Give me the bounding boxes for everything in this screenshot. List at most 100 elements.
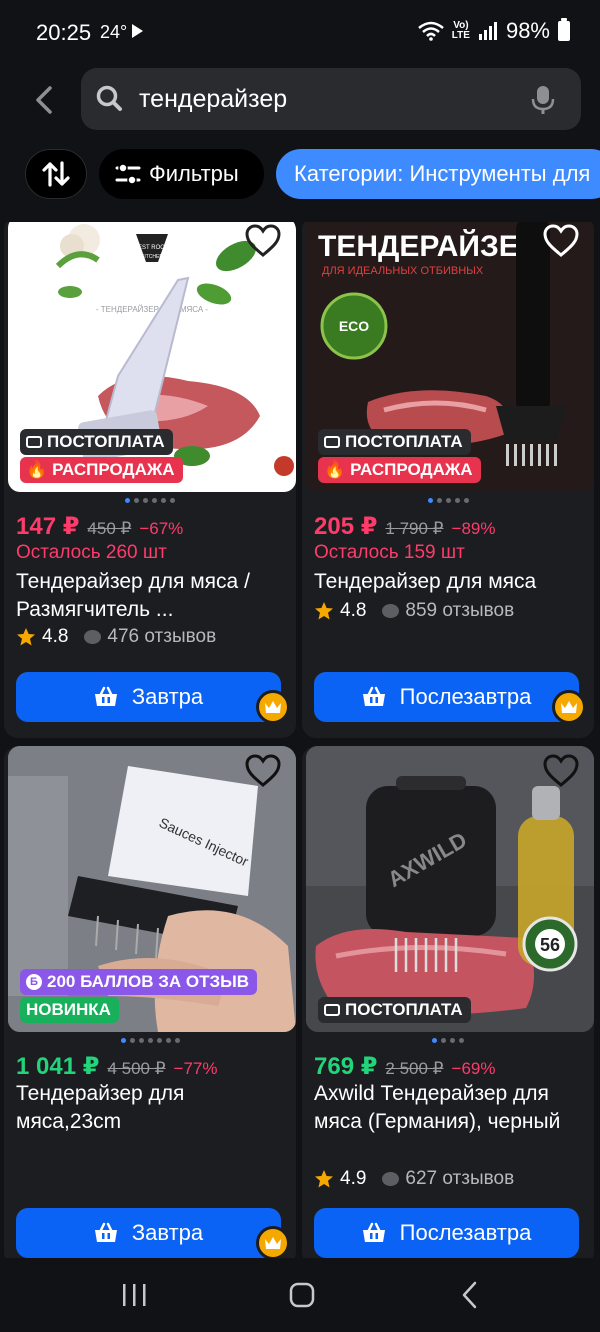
product-photo: AXWILD 56 [306,746,594,1032]
volte-icon: Vo) LTE [451,20,470,41]
postpay-badge: ПОСТОПЛАТА [20,429,173,455]
delivery-label: Завтра [131,1220,204,1245]
reviews-label: 627 отзывов [405,1168,515,1189]
product-image[interactable]: Sauces Injector Б 200 БАЛЛОВ ЗА ОТЗЫВ НО… [8,746,296,1032]
favorite-heart-icon[interactable] [244,754,282,788]
add-to-cart-button[interactable]: Послезавтра [314,672,579,722]
product-image[interactable]: AXWILD 56 ПОСТОПЛАТА [306,746,594,1032]
filters-label: Фильтры [149,161,239,186]
status-bar: 20:25 24° Vo) LTE 98% [0,0,600,64]
svg-text:ТЕНДЕРАЙЗЕР: ТЕНДЕРАЙЗЕР [318,229,539,263]
reviews-count[interactable]: 627 отзывов [382,1168,514,1190]
product-title[interactable]: Тендерайзер для мяса,23cm [16,1080,236,1136]
old-price: 1 790 ₽ [385,519,444,538]
sort-arrows-icon [42,161,70,187]
favorite-heart-icon[interactable] [542,224,580,258]
product-image[interactable]: BEST ROOM KITCHEN - ТЕНДЕРАЙЗЕР ДЛЯ МЯСА… [8,222,296,492]
badge-label: РАСПРОДАЖА [350,460,473,479]
sale-badge: 🔥 РАСПРОДАЖА [318,457,481,483]
system-back-button[interactable] [450,1280,490,1310]
favorite-heart-icon[interactable] [244,224,282,258]
crown-icon [265,701,281,713]
delivery-label: Завтра [131,684,204,709]
search-icon [96,85,122,111]
category-chip[interactable]: Категории: Инструменты для [276,149,600,199]
product-card[interactable]: Sauces Injector Б 200 БАЛЛОВ ЗА ОТЗЫВ НО… [4,746,296,1258]
svg-text:BEST ROOM: BEST ROOM [134,245,170,251]
product-card[interactable]: ТЕНДЕРАЙЗЕР ДЛЯ ИДЕАЛЬНЫХ ОТБИВНЫХ ECO П… [302,222,594,738]
search-query: тендерайзер [139,85,288,113]
product-title[interactable]: Тендерайзер для мяса [314,568,584,596]
comment-icon [382,604,400,618]
home-button[interactable] [282,1280,322,1310]
filters-button[interactable]: Фильтры [99,149,264,199]
reviews-count[interactable]: 859 отзывов [382,600,514,622]
reviews-label: 476 отзывов [107,626,217,647]
home-icon [289,1282,315,1308]
back-button[interactable] [24,78,64,122]
price: 1 041 ₽ [16,1053,100,1080]
rating-row: 4.9 627 отзывов [314,1168,514,1190]
product-grid: BEST ROOM KITCHEN - ТЕНДЕРАЙЗЕР ДЛЯ МЯСА… [0,222,600,1258]
add-to-cart-button[interactable]: Завтра [16,1208,281,1258]
discount: −67% [139,519,184,538]
comment-icon [382,1172,400,1186]
microphone-icon[interactable] [531,85,555,115]
price-row: 769 ₽ 2 500 ₽ −69% [314,1052,495,1081]
badge-label: ПОСТОПЛАТА [345,432,463,451]
recent-apps-icon [123,1284,146,1306]
price-row: 205 ₽ 1 790 ₽ −89% [314,512,495,541]
product-title[interactable]: Axwild Тендерайзер для мяса (Германия), … [314,1080,564,1136]
badge-label: ПОСТОПЛАТА [345,1000,463,1019]
discount: −89% [451,519,496,538]
recent-apps-button[interactable] [114,1280,154,1310]
rating-value: 4.8 [42,626,69,647]
reviews-label: 859 отзывов [405,600,515,621]
card-icon [26,436,42,448]
svg-text:56: 56 [540,935,560,955]
product-card[interactable]: AXWILD 56 ПОСТОПЛАТА 769 ₽ 2 500 ₽ −69% … [302,746,594,1258]
crown-icon [561,701,577,713]
favorite-heart-icon[interactable] [542,754,580,788]
old-price: 2 500 ₽ [385,1059,444,1078]
price: 205 ₽ [314,513,378,540]
delivery-label: Послезавтра [399,1220,532,1245]
star-icon [315,602,333,620]
card-icon [324,436,340,448]
battery-percent: 98% [505,18,550,43]
back-arrow-icon [462,1281,477,1309]
reviews-count[interactable]: 476 отзывов [84,626,216,648]
basket-icon [94,686,117,706]
category-label: Категории: Инструменты для [294,161,591,186]
crown-badge [256,1226,290,1258]
product-image[interactable]: ТЕНДЕРАЙЗЕР ДЛЯ ИДЕАЛЬНЫХ ОТБИВНЫХ ECO П… [306,222,594,492]
comment-icon [84,630,102,644]
new-badge: НОВИНКА [20,997,119,1023]
product-title[interactable]: Тендерайзер для мяса / Размягчитель ... [16,568,286,624]
image-pagination [4,1038,296,1043]
old-price: 4 500 ₽ [107,1059,166,1078]
rating-value: 4.8 [340,600,367,621]
fire-icon: 🔥 [26,460,48,479]
system-nav-bar [0,1258,600,1332]
badge-label: РАСПРОДАЖА [52,460,175,479]
add-to-cart-button[interactable]: Завтра [16,672,281,722]
add-to-cart-button[interactable]: Послезавтра [314,1208,579,1258]
status-time: 20:25 [36,20,92,45]
star-icon [315,1170,333,1188]
svg-text:ДЛЯ ИДЕАЛЬНЫХ ОТБИВНЫХ: ДЛЯ ИДЕАЛЬНЫХ ОТБИВНЫХ [322,265,484,277]
old-price: 450 ₽ [87,519,132,538]
product-card[interactable]: BEST ROOM KITCHEN - ТЕНДЕРАЙЗЕР ДЛЯ МЯСА… [4,222,296,738]
rating-row: 4.8 859 отзывов [314,600,514,622]
postpay-badge: ПОСТОПЛАТА [318,429,471,455]
basket-icon [362,1222,385,1242]
badge-label: НОВИНКА [26,1000,111,1019]
points-icon: Б [26,974,42,990]
basket-icon [94,1222,117,1242]
basket-icon [362,686,385,706]
stock-remaining: Осталось 260 шт [16,542,167,563]
postpay-badge: ПОСТОПЛАТА [318,997,471,1023]
sort-button[interactable] [25,149,87,199]
filter-sliders-icon [115,163,141,185]
search-input[interactable]: тендерайзер [81,68,581,130]
